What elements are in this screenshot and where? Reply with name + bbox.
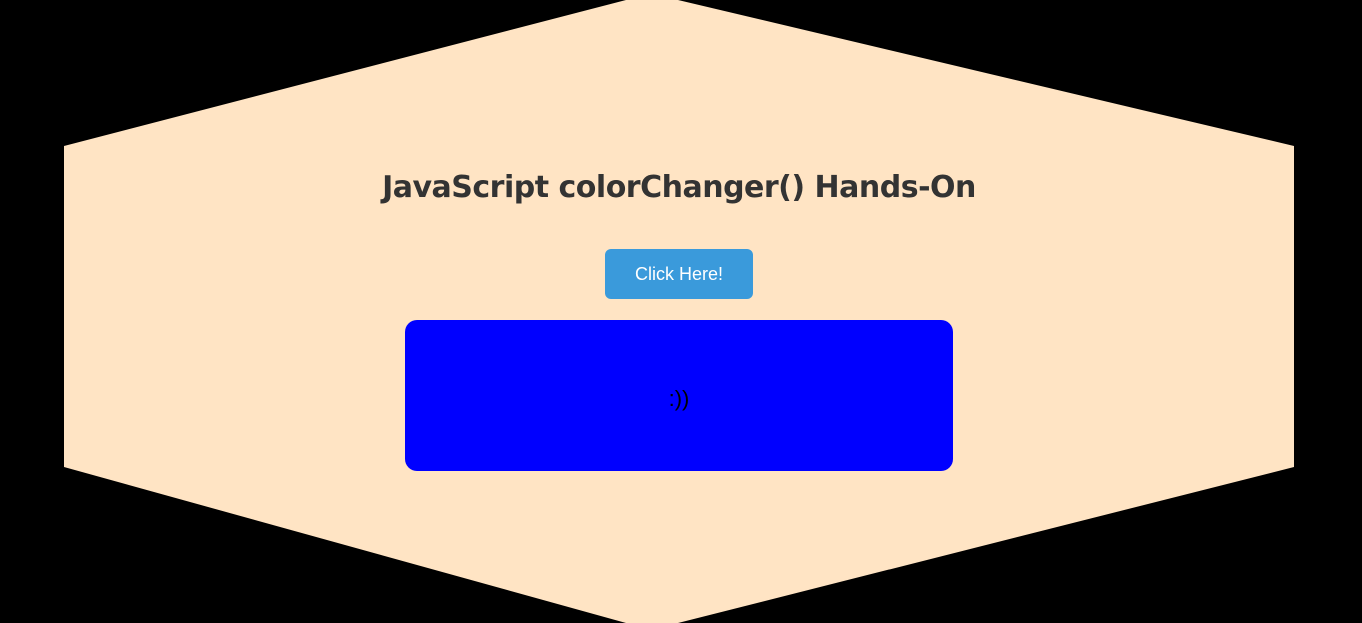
color-box-text: :)) (668, 385, 690, 411)
hexagon-panel (64, 0, 1294, 623)
page-background: JavaScript colorChanger() Hands-On Click… (0, 0, 1362, 623)
click-here-button[interactable]: Click Here! (605, 249, 753, 299)
color-box: :)) (405, 320, 953, 471)
page-title: JavaScript colorChanger() Hands-On (382, 170, 976, 205)
